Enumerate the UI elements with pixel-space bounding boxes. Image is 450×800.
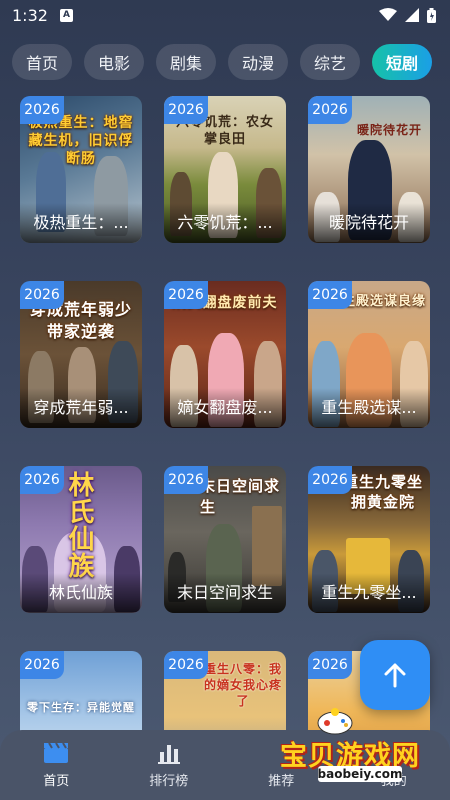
drama-card[interactable]: 末日空间求生 2026 末日空间求生 — [164, 466, 286, 613]
year-badge: 2026 — [164, 651, 208, 679]
drama-card[interactable]: 穿成荒年弱少带家逆袭 2026 穿成荒年弱... — [20, 281, 142, 428]
drama-title: 林氏仙族 — [48, 583, 113, 602]
clapperboard-icon — [44, 741, 69, 763]
year-badge: 2026 — [308, 651, 352, 679]
tab-anime[interactable]: 动漫 — [228, 44, 288, 80]
nav-label: 首页 — [43, 773, 70, 789]
signal-icon — [405, 8, 419, 22]
year-badge: 2026 — [164, 281, 208, 309]
watermark-url: baobeiy.com — [317, 766, 403, 782]
year-badge: 2026 — [164, 466, 208, 494]
drama-title: 六零饥荒：... — [177, 213, 273, 232]
year-badge: 2026 — [20, 651, 64, 679]
year-badge: 2026 — [308, 96, 352, 124]
status-bar: 1:32 A — [0, 0, 450, 30]
drama-card[interactable]: 嫡女翻盘废前夫 2026 嫡女翻盘废... — [164, 281, 286, 428]
tab-home[interactable]: 首页 — [12, 44, 72, 80]
drama-card[interactable]: 六零饥荒：农女掌良田 2026 六零饥荒：... — [164, 96, 286, 243]
nav-ranking[interactable]: 排行榜 — [113, 730, 226, 800]
nav-label: 排行榜 — [149, 773, 189, 789]
year-badge: 2026 — [164, 96, 208, 124]
drama-title: 嫡女翻盘废... — [177, 398, 273, 417]
drama-card[interactable]: 极热重生：地窖藏生机，旧识俘断肠 2026 极热重生：... — [20, 96, 142, 243]
drama-title: 重生九零坐... — [321, 583, 417, 602]
year-badge: 2026 — [20, 96, 64, 124]
drama-title: 穿成荒年弱... — [33, 398, 129, 417]
poster-headline: 林氏仙族 — [64, 471, 94, 579]
gamepad-logo-icon — [317, 708, 353, 735]
drama-title: 暖院待花开 — [328, 213, 409, 232]
poster-headline: 零下生存：异能觉醒 — [27, 701, 135, 714]
year-badge: 2026 — [20, 281, 64, 309]
arrow-up-icon — [384, 663, 406, 688]
bar-chart-icon — [157, 744, 180, 764]
tab-series[interactable]: 剧集 — [156, 44, 216, 80]
drama-title: 末日空间求生 — [176, 583, 273, 602]
wifi-icon — [379, 8, 397, 21]
year-badge: 2026 — [308, 281, 352, 309]
drama-card[interactable]: 重生九零坐拥黄金院 2026 重生九零坐... — [308, 466, 430, 613]
tab-short-drama[interactable]: 短剧 — [372, 44, 432, 80]
scroll-to-top-button[interactable] — [360, 640, 430, 710]
drama-title: 极热重生：... — [33, 213, 129, 232]
battery-icon — [427, 7, 436, 23]
tab-movies[interactable]: 电影 — [84, 44, 144, 80]
tab-variety[interactable]: 综艺 — [300, 44, 360, 80]
drama-card[interactable]: 林氏仙族 2026 林氏仙族 — [20, 466, 142, 613]
site-watermark: 宝贝游戏网 baobeiy.com — [268, 706, 448, 790]
drama-card[interactable]: 暖院待花开 2026 暖院待花开 — [308, 96, 430, 243]
notification-badge: A — [59, 8, 73, 22]
status-time: 1:32 — [12, 5, 48, 25]
drama-card[interactable]: 重生殿选谋良缘 2026 重生殿选谋... — [308, 281, 430, 428]
drama-title: 重生殿选谋... — [321, 398, 417, 417]
nav-home[interactable]: 首页 — [0, 730, 113, 800]
year-badge: 2026 — [20, 466, 64, 494]
year-badge: 2026 — [308, 466, 352, 494]
category-tabs: 首页 电影 剧集 动漫 综艺 短剧 — [12, 44, 438, 80]
